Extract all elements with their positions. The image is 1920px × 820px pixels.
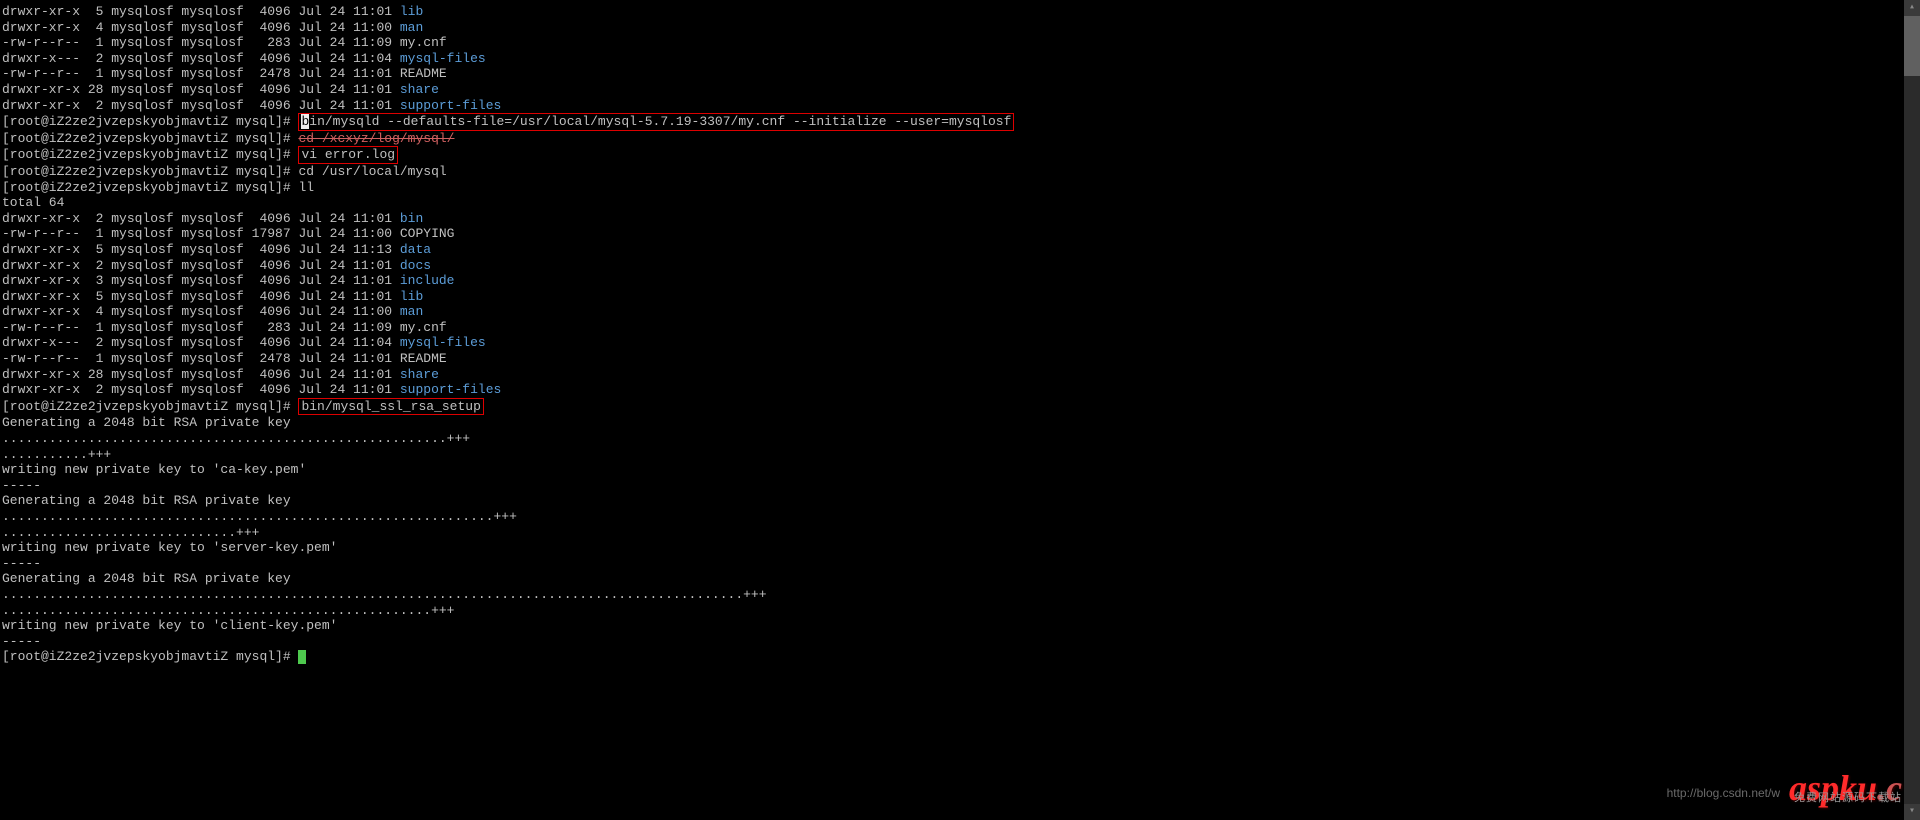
- output-line: writing new private key to 'client-key.p…: [2, 618, 1918, 634]
- scroll-down-icon[interactable]: ▾: [1904, 804, 1920, 820]
- file-name: bin: [400, 211, 423, 226]
- file-name: lib: [400, 4, 423, 19]
- file-name: data: [400, 242, 431, 257]
- prompt-line[interactable]: [root@iZ2ze2jvzepskyobjmavtiZ mysql]#: [2, 649, 1918, 665]
- output-line: ..............................+++: [2, 525, 1918, 541]
- scrollbar-thumb[interactable]: [1904, 16, 1920, 76]
- ls-row: drwxr-xr-x 28 mysqlosf mysqlosf 4096 Jul…: [2, 367, 1918, 383]
- file-name: my.cnf: [400, 35, 447, 50]
- ls-row: drwxr-xr-x 2 mysqlosf mysqlosf 4096 Jul …: [2, 98, 1918, 114]
- ls-row: -rw-r--r-- 1 mysqlosf mysqlosf 17987 Jul…: [2, 226, 1918, 242]
- file-name: mysql-files: [400, 335, 486, 350]
- ls-row: -rw-r--r-- 1 mysqlosf mysqlosf 283 Jul 2…: [2, 35, 1918, 51]
- file-name: include: [400, 273, 455, 288]
- watermark: aspku.c 免费网站源码下载站: [1789, 781, 1902, 808]
- ls-row: drwxr-xr-x 5 mysqlosf mysqlosf 4096 Jul …: [2, 289, 1918, 305]
- ls-row: drwxr-xr-x 2 mysqlosf mysqlosf 4096 Jul …: [2, 258, 1918, 274]
- watermark-url: http://blog.csdn.net/w: [1667, 786, 1780, 802]
- output-line: -----: [2, 478, 1918, 494]
- highlight-box: vi error.log: [298, 146, 398, 164]
- ls-row: -rw-r--r-- 1 mysqlosf mysqlosf 283 Jul 2…: [2, 320, 1918, 336]
- ls-row: drwxr-xr-x 4 mysqlosf mysqlosf 4096 Jul …: [2, 304, 1918, 320]
- struck-command: cd /xcxyz/log/mysql/: [298, 131, 454, 146]
- output-line: -----: [2, 634, 1918, 650]
- prompt-line: [root@iZ2ze2jvzepskyobjmavtiZ mysql]# vi…: [2, 146, 1918, 164]
- ls-row: -rw-r--r-- 1 mysqlosf mysqlosf 2478 Jul …: [2, 351, 1918, 367]
- file-name: mysql-files: [400, 51, 486, 66]
- ls-row: drwxr-xr-x 5 mysqlosf mysqlosf 4096 Jul …: [2, 4, 1918, 20]
- ls-row: drwxr-xr-x 3 mysqlosf mysqlosf 4096 Jul …: [2, 273, 1918, 289]
- output-line: ........................................…: [2, 431, 1918, 447]
- prompt-line: [root@iZ2ze2jvzepskyobjmavtiZ mysql]# bi…: [2, 398, 1918, 416]
- file-name: README: [400, 351, 447, 366]
- file-name: support-files: [400, 98, 501, 113]
- output-line: Generating a 2048 bit RSA private key: [2, 571, 1918, 587]
- file-name: my.cnf: [400, 320, 447, 335]
- ls-row: drwxr-xr-x 2 mysqlosf mysqlosf 4096 Jul …: [2, 211, 1918, 227]
- prompt-line: [root@iZ2ze2jvzepskyobjmavtiZ mysql]# bi…: [2, 113, 1918, 131]
- file-name: lib: [400, 289, 423, 304]
- scroll-up-icon[interactable]: ▴: [1904, 0, 1920, 16]
- ls-row: drwxr-x--- 2 mysqlosf mysqlosf 4096 Jul …: [2, 335, 1918, 351]
- terminal-output[interactable]: drwxr-xr-x 5 mysqlosf mysqlosf 4096 Jul …: [0, 0, 1920, 669]
- watermark-subtitle: 免费网站源码下载站: [1789, 792, 1902, 808]
- output-line: ...........+++: [2, 447, 1918, 463]
- highlight-box: bin/mysql_ssl_rsa_setup: [298, 398, 483, 416]
- file-name: README: [400, 66, 447, 81]
- file-name: man: [400, 304, 423, 319]
- output-line: writing new private key to 'server-key.p…: [2, 540, 1918, 556]
- file-name: share: [400, 82, 439, 97]
- output-line: ........................................…: [2, 509, 1918, 525]
- file-name: docs: [400, 258, 431, 273]
- output-line: Generating a 2048 bit RSA private key: [2, 415, 1918, 431]
- ls-row: drwxr-xr-x 2 mysqlosf mysqlosf 4096 Jul …: [2, 382, 1918, 398]
- prompt-line: [root@iZ2ze2jvzepskyobjmavtiZ mysql]# cd…: [2, 164, 1918, 180]
- scrollbar-track[interactable]: ▴ ▾: [1904, 0, 1920, 820]
- file-name: share: [400, 367, 439, 382]
- file-name: man: [400, 20, 423, 35]
- cursor-icon: b: [301, 114, 309, 129]
- ls-row: drwxr-xr-x 5 mysqlosf mysqlosf 4096 Jul …: [2, 242, 1918, 258]
- ls-row: drwxr-x--- 2 mysqlosf mysqlosf 4096 Jul …: [2, 51, 1918, 67]
- output-line: ........................................…: [2, 587, 1918, 603]
- ls-row: -rw-r--r-- 1 mysqlosf mysqlosf 2478 Jul …: [2, 66, 1918, 82]
- ls-row: drwxr-xr-x 28 mysqlosf mysqlosf 4096 Jul…: [2, 82, 1918, 98]
- total-line: total 64: [2, 195, 1918, 211]
- cursor-icon: [298, 650, 306, 664]
- file-name: support-files: [400, 382, 501, 397]
- output-line: -----: [2, 556, 1918, 572]
- prompt-line: [root@iZ2ze2jvzepskyobjmavtiZ mysql]# cd…: [2, 131, 1918, 147]
- prompt-line: [root@iZ2ze2jvzepskyobjmavtiZ mysql]# ll: [2, 180, 1918, 196]
- output-line: Generating a 2048 bit RSA private key: [2, 493, 1918, 509]
- highlight-box: bin/mysqld --defaults-file=/usr/local/my…: [298, 113, 1014, 131]
- output-line: writing new private key to 'ca-key.pem': [2, 462, 1918, 478]
- output-line: ........................................…: [2, 603, 1918, 619]
- ls-row: drwxr-xr-x 4 mysqlosf mysqlosf 4096 Jul …: [2, 20, 1918, 36]
- file-name: COPYING: [400, 226, 455, 241]
